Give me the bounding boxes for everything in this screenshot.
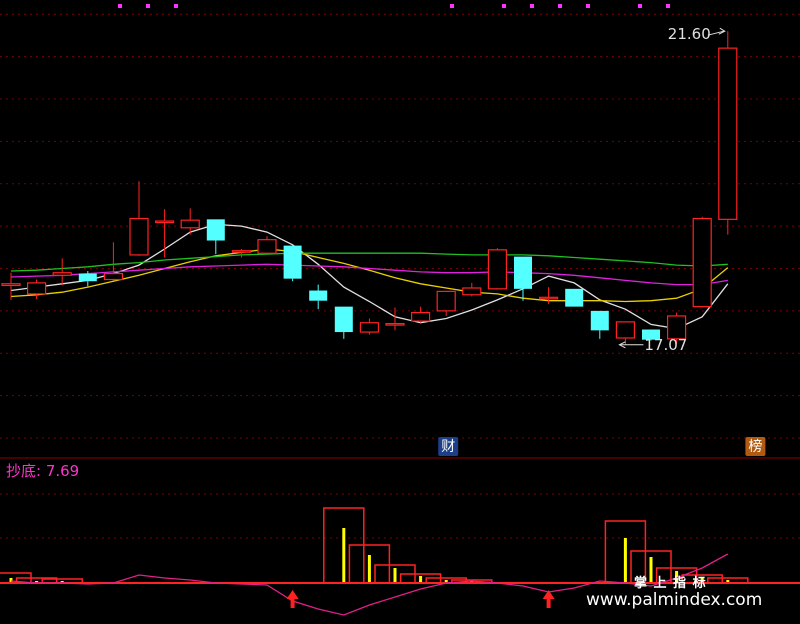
watermark-url: www.palmindex.com xyxy=(586,590,763,610)
indicator-label: 抄底: 7.69 xyxy=(6,462,79,480)
candle xyxy=(27,279,47,300)
marker-badge-label: 榜 xyxy=(748,438,762,455)
annotations: 21.60 17.07 财 榜 xyxy=(438,25,766,456)
buy-arrow-icon xyxy=(286,590,299,608)
indicator-bar-inner xyxy=(623,538,627,583)
candle xyxy=(283,245,302,282)
candle-body-down xyxy=(514,256,532,289)
top-marker-dot xyxy=(450,4,454,8)
candle-body-up xyxy=(411,311,431,322)
candle-body-down xyxy=(334,306,353,333)
candle xyxy=(565,288,584,307)
candle xyxy=(129,181,149,256)
candle-body-up xyxy=(231,250,251,253)
indicator-bar-inner xyxy=(393,568,397,583)
candlesticks xyxy=(1,31,738,345)
candle-body-up xyxy=(436,290,456,312)
high-price-label: 21.60 xyxy=(668,25,711,43)
indicator-bar-inner xyxy=(342,528,346,583)
candle xyxy=(538,287,559,305)
candle xyxy=(514,256,532,301)
candle-body-up xyxy=(257,239,277,254)
candle-body-up xyxy=(718,47,738,220)
candle xyxy=(359,318,379,335)
candle xyxy=(436,290,456,316)
candle-body-down xyxy=(283,245,302,279)
candle-body-down xyxy=(309,290,328,301)
top-marker-dot xyxy=(174,4,178,8)
candle-body-down xyxy=(565,288,584,307)
candle-body-up xyxy=(129,217,149,256)
candle-body-down xyxy=(78,273,97,282)
low-price-label: 17.07 xyxy=(644,336,687,354)
candle-body-up xyxy=(52,272,72,276)
candle-body-up xyxy=(27,282,47,295)
candle-body-down xyxy=(590,310,609,331)
candle-body-down xyxy=(206,219,225,241)
candle xyxy=(334,306,353,339)
candle-body-up xyxy=(615,321,636,339)
candle xyxy=(692,216,712,308)
top-marker-dot xyxy=(530,4,534,8)
chart-area: 21.60 17.07 财 榜 抄底: 7.69 xyxy=(0,4,800,616)
candle xyxy=(590,310,609,339)
candle xyxy=(385,307,405,331)
watermark-title: 掌 上 指 标 xyxy=(634,576,707,591)
top-marker-dot xyxy=(502,4,506,8)
candle-body-up xyxy=(462,287,482,296)
top-marker-dot xyxy=(638,4,642,8)
top-marker-dot xyxy=(666,4,670,8)
candle xyxy=(257,236,277,254)
candle-body-up xyxy=(359,322,379,333)
candle-body-up xyxy=(1,283,21,287)
candle-body-up xyxy=(538,296,559,300)
candle xyxy=(411,306,431,323)
candle-body-up xyxy=(692,217,712,308)
candle-body-up xyxy=(155,220,175,224)
marker-badge-label: 财 xyxy=(441,439,455,455)
buy-arrow-icon xyxy=(542,590,555,608)
grid-lines xyxy=(0,4,800,584)
candle xyxy=(487,248,507,290)
indicator-bar-inner xyxy=(367,555,371,583)
top-marker-dot xyxy=(146,4,150,8)
candle-body-up xyxy=(103,272,124,281)
candle-body-up xyxy=(180,219,200,229)
candle xyxy=(309,284,328,310)
top-marker-dot xyxy=(558,4,562,8)
candle-body-up xyxy=(385,322,405,326)
candle xyxy=(103,242,124,281)
candle xyxy=(718,31,738,235)
candle xyxy=(615,321,636,345)
candle xyxy=(462,282,482,297)
top-marker-dot xyxy=(118,4,122,8)
candle xyxy=(155,209,175,258)
indicator-bar-inner xyxy=(419,576,423,583)
top-marker-dot xyxy=(586,4,590,8)
candle xyxy=(206,219,225,255)
candle-body-up xyxy=(487,249,507,290)
candle xyxy=(52,258,72,286)
